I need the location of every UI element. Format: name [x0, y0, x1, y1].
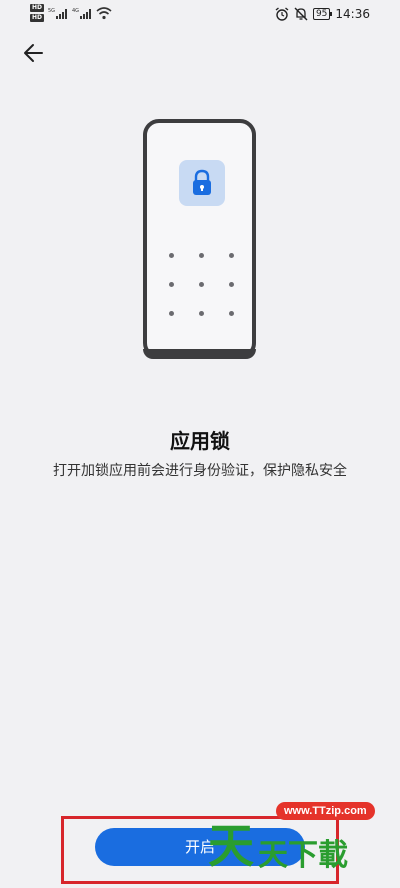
pattern-dot: [229, 311, 234, 316]
watermark-logo-text: 天下載: [258, 838, 348, 873]
svg-text:5G: 5G: [48, 8, 55, 14]
hd-badge: HD: [30, 14, 44, 22]
hd-badge: HD: [30, 4, 44, 12]
status-bar: HD HD 5G 4G 95 14:36: [0, 0, 400, 28]
arrow-left-icon: [24, 44, 43, 62]
pattern-dot: [199, 311, 204, 316]
back-button[interactable]: [20, 40, 48, 66]
pattern-dot: [169, 253, 174, 258]
lock-icon: [193, 169, 211, 195]
watermark-url: www.TTzip.com: [276, 802, 375, 820]
page-title: 应用锁: [170, 429, 230, 453]
status-time: 14:36: [335, 7, 370, 21]
pattern-dot: [169, 282, 174, 287]
pattern-dot: [199, 253, 204, 258]
pattern-dot: [229, 282, 234, 287]
lock-tile: [179, 160, 225, 206]
watermark-logo: 天: [208, 819, 254, 873]
status-right: 95 14:36: [275, 6, 370, 22]
pattern-dot: [199, 282, 204, 287]
watermark: www.TTzip.com 天 天下載: [206, 800, 386, 875]
phone-illustration: [143, 119, 256, 359]
battery-level: 95: [312, 8, 333, 20]
page-description: 打开加锁应用前会进行身份验证，保护隐私安全: [53, 463, 347, 479]
cellular-signal-icon: 5G: [48, 8, 67, 19]
cellular-signal-icon: 4G: [72, 8, 91, 19]
wifi-icon: [96, 7, 112, 20]
pattern-dot: [229, 253, 234, 258]
mute-icon: [294, 7, 308, 21]
svg-text:4G: 4G: [72, 8, 79, 14]
pattern-dot: [169, 311, 174, 316]
alarm-icon: [275, 7, 289, 21]
